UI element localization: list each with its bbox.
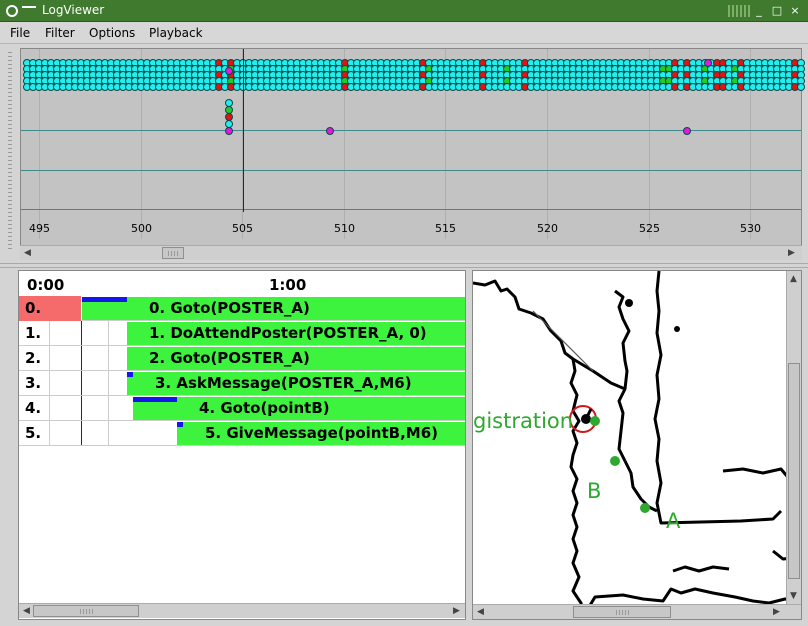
menu-file[interactable]: File: [10, 26, 30, 40]
tick-label: 495: [29, 222, 50, 235]
menu-bar: File Filter Options Playback: [0, 22, 808, 44]
map-hscroll-thumb[interactable]: [573, 606, 671, 618]
timeline-scroll-thumb[interactable]: [162, 247, 184, 259]
tick-label: 525: [639, 222, 660, 235]
event-dot[interactable]: [225, 127, 233, 135]
task-panel: 0:00 1:00 0. 0. Goto(POSTER_A) 1. 1. DoA…: [18, 270, 466, 620]
timeline-horizontal-scrollbar[interactable]: ◀ ▶: [20, 245, 802, 260]
task-progress-mark: [82, 297, 127, 302]
scroll-down-icon[interactable]: ▼: [790, 591, 797, 601]
tick-label: 530: [740, 222, 761, 235]
close-button[interactable]: ×: [788, 4, 802, 17]
task-progress-mark: [177, 422, 183, 427]
scroll-up-icon[interactable]: ▲: [790, 274, 797, 284]
tick-label: 505: [232, 222, 253, 235]
time-start-label: 0:00: [27, 276, 65, 294]
title-bar: LogViewer _ □ ×: [0, 0, 808, 22]
task-number: 3.: [25, 374, 42, 392]
menu-playback[interactable]: Playback: [149, 26, 203, 40]
map-view[interactable]: gistration B A ▲ ▼ ◀ ▶: [472, 270, 802, 620]
event-dot[interactable]: [683, 127, 691, 135]
event-dot[interactable]: [704, 59, 712, 67]
scroll-right-icon[interactable]: ▶: [788, 248, 795, 258]
task-label: 3. AskMessage(POSTER_A,M6): [155, 374, 412, 392]
task-label: 5. GiveMessage(pointB,M6): [205, 424, 438, 442]
task-horizontal-scrollbar[interactable]: ◀ ▶: [19, 603, 465, 618]
map-vertical-scrollbar[interactable]: ▲ ▼: [786, 271, 801, 604]
scroll-right-icon[interactable]: ▶: [453, 606, 460, 616]
maximize-button[interactable]: □: [770, 4, 784, 17]
event-dot: [797, 83, 805, 91]
task-label: 1. DoAttendPoster(POSTER_A, 0): [149, 324, 427, 342]
tick-label: 510: [334, 222, 355, 235]
event-dot[interactable]: [225, 67, 233, 75]
menu-filter[interactable]: Filter: [45, 26, 75, 40]
task-row[interactable]: 2. 2. Goto(POSTER_A): [19, 346, 465, 371]
task-number: 5.: [25, 424, 42, 442]
task-row[interactable]: 0. 0. Goto(POSTER_A): [19, 296, 465, 321]
time-mid-label: 1:00: [269, 276, 307, 294]
splitter-grip-horizontal[interactable]: [0, 263, 808, 268]
task-progress-mark: [127, 372, 133, 377]
task-row[interactable]: 1. 1. DoAttendPoster(POSTER_A, 0): [19, 321, 465, 346]
splitter-grip-left[interactable]: [8, 52, 12, 252]
task-scroll-thumb[interactable]: [33, 605, 139, 617]
task-label: 2. Goto(POSTER_A): [149, 349, 310, 367]
menu-options[interactable]: Options: [89, 26, 135, 40]
scroll-left-icon[interactable]: ◀: [23, 606, 30, 616]
event-timeline[interactable]: 495 500 505 510 515 520 525 530: [20, 48, 805, 260]
scroll-left-icon[interactable]: ◀: [24, 248, 31, 258]
minimize-button[interactable]: _: [752, 4, 766, 17]
task-label: 4. Goto(pointB): [199, 399, 330, 417]
scroll-left-icon[interactable]: ◀: [477, 607, 484, 617]
task-row[interactable]: 3. 3. AskMessage(POSTER_A,M6): [19, 371, 465, 396]
task-number: 4.: [25, 399, 42, 417]
task-number: 0.: [25, 299, 42, 317]
task-row[interactable]: 4. 4. Goto(pointB): [19, 396, 465, 421]
tick-label: 500: [131, 222, 152, 235]
task-progress-mark: [133, 397, 177, 402]
map-horizontal-scrollbar[interactable]: ◀ ▶: [473, 604, 801, 619]
tick-label: 520: [537, 222, 558, 235]
task-number: 2.: [25, 349, 42, 367]
task-label: 0. Goto(POSTER_A): [149, 299, 310, 317]
map-vscroll-thumb[interactable]: [788, 363, 800, 579]
tick-label: 515: [435, 222, 456, 235]
titlebar-grip: [728, 5, 750, 17]
scroll-right-icon[interactable]: ▶: [773, 607, 780, 617]
event-dot[interactable]: [326, 127, 334, 135]
window-title: LogViewer: [42, 3, 105, 17]
floor-map: [473, 271, 801, 619]
task-list: 0. 0. Goto(POSTER_A) 1. 1. DoAttendPoste…: [19, 296, 465, 446]
playhead-line[interactable]: [243, 49, 244, 212]
map-label-a: A: [666, 509, 681, 533]
map-label-b: B: [587, 479, 602, 503]
pin-icon[interactable]: [22, 6, 36, 14]
task-row[interactable]: 5. 5. GiveMessage(pointB,M6): [19, 421, 465, 446]
task-number: 1.: [25, 324, 42, 342]
app-icon: [6, 5, 18, 17]
map-label-registration: gistration: [473, 409, 574, 433]
